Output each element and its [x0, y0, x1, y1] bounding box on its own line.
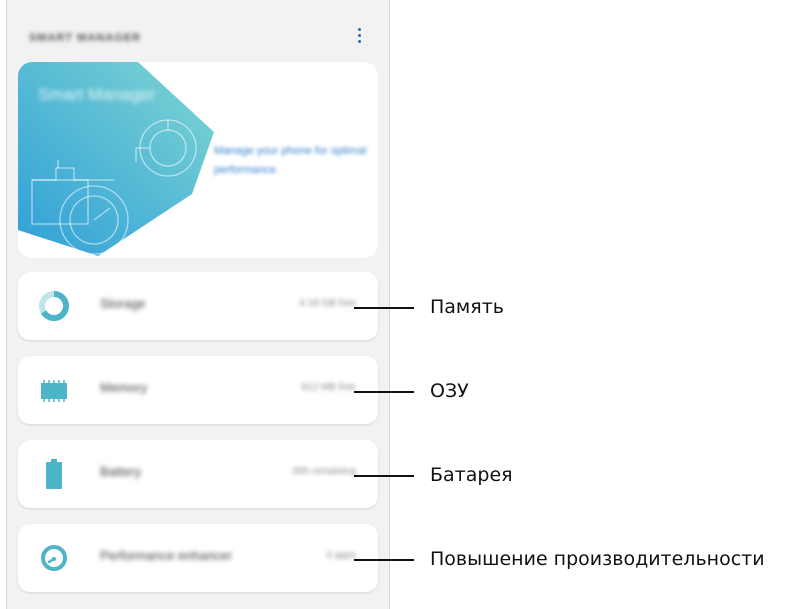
- callout-line-battery: [354, 475, 414, 477]
- callout-line-storage: [354, 307, 414, 309]
- callout-performance: Повышение производительности: [430, 548, 765, 570]
- storage-card[interactable]: Storage 4.18 GB free: [18, 272, 378, 340]
- app-bar: SMART MANAGER: [7, 0, 389, 62]
- storage-label: Storage: [100, 296, 146, 311]
- memory-value: 912 MB free: [301, 382, 356, 393]
- performance-card[interactable]: Performance enhancer 3 apps: [18, 524, 378, 592]
- hero-banner: Smart Manager Manage your phone for opti…: [18, 62, 378, 258]
- memory-chip-icon: [41, 380, 67, 402]
- battery-label: Battery: [100, 464, 142, 479]
- gauge-icon: [41, 545, 67, 571]
- callout-line-performance: [354, 559, 414, 561]
- performance-label: Performance enhancer: [100, 548, 233, 563]
- storage-value: 4.18 GB free: [299, 298, 356, 309]
- app-title: SMART MANAGER: [29, 32, 141, 44]
- callout-battery: Батарея: [430, 464, 513, 486]
- hero-description: Manage your phone for optimal performanc…: [214, 145, 367, 176]
- memory-label: Memory: [100, 380, 147, 395]
- storage-ring-icon: [39, 291, 69, 321]
- callout-memory: ОЗУ: [430, 380, 469, 402]
- phone-screen: SMART MANAGER Smart Manager Manage your …: [6, 0, 390, 609]
- memory-card[interactable]: Memory 912 MB free: [18, 356, 378, 424]
- performance-value: 3 apps: [325, 550, 356, 561]
- battery-icon: [46, 459, 62, 489]
- battery-card[interactable]: Battery 00h remaining: [18, 440, 378, 508]
- battery-value: 00h remaining: [292, 466, 356, 477]
- callout-storage: Память: [430, 296, 504, 318]
- hero-title: Smart Manager: [38, 85, 156, 104]
- callout-line-memory: [354, 391, 414, 393]
- more-options-icon[interactable]: [355, 28, 363, 46]
